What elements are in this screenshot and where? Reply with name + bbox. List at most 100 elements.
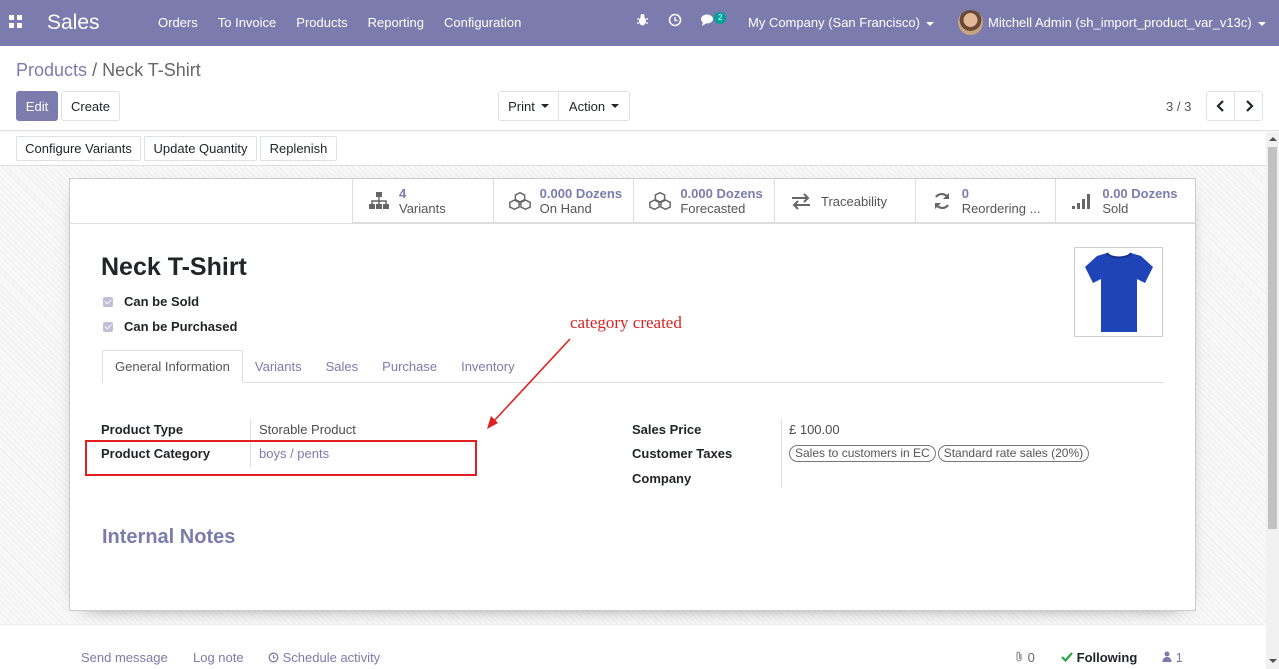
cubes-icon xyxy=(508,189,532,213)
can-be-sold-checkbox[interactable] xyxy=(103,296,113,307)
replenish-button[interactable]: Replenish xyxy=(260,136,337,161)
internal-notes-heading: Internal Notes xyxy=(102,526,236,548)
reordering-smart-button[interactable]: 0 Reordering ... xyxy=(914,179,1056,223)
vertical-scrollbar[interactable] xyxy=(1266,132,1279,669)
print-dropdown-button[interactable]: Print xyxy=(498,91,559,121)
pager-previous-button[interactable] xyxy=(1206,91,1235,121)
traceability-label: Traceability xyxy=(821,193,887,209)
user-menu[interactable]: Mitchell Admin (sh_import_product_var_v1… xyxy=(988,15,1266,30)
caret-down-icon xyxy=(1257,21,1266,26)
action-label: Action xyxy=(568,98,606,114)
product-image[interactable] xyxy=(1074,247,1163,337)
main-menu: Orders To Invoice Products Reporting Con… xyxy=(158,15,541,30)
smart-button-box: 4 Variants 0.000 Dozens On Hand 0.000 Doze… xyxy=(352,179,1196,223)
sold-value: 0.00 Dozens xyxy=(1102,186,1178,201)
forecasted-smart-button[interactable]: 0.000 Dozens Forecasted xyxy=(633,179,774,223)
bug-icon[interactable] xyxy=(636,13,649,30)
scroll-up-arrow-icon[interactable] xyxy=(1269,137,1277,141)
can-be-purchased-row: Can be Purchased xyxy=(103,319,237,334)
forecasted-value: 0.000 Dozens xyxy=(680,186,763,201)
annotation-highlight-box xyxy=(85,440,477,476)
field-separator xyxy=(781,419,782,487)
menu-orders[interactable]: Orders xyxy=(158,15,198,30)
apps-menu-icon[interactable] xyxy=(9,15,23,29)
can-be-purchased-checkbox[interactable] xyxy=(103,321,113,332)
scroll-down-arrow-icon[interactable] xyxy=(1269,659,1277,663)
tab-inventory[interactable]: Inventory xyxy=(449,350,526,383)
update-quantity-button[interactable]: Update Quantity xyxy=(144,136,257,161)
send-message-button[interactable]: Send message xyxy=(81,650,168,665)
user-icon xyxy=(1162,651,1172,662)
customer-taxes-tags: Sales to customers in EC Standard rate sa… xyxy=(789,445,1091,462)
form-sheet: 4 Variants 0.000 Dozens On Hand 0.000 Doze… xyxy=(69,178,1196,611)
avatar[interactable] xyxy=(958,10,983,35)
followers-button[interactable]: 1 xyxy=(1162,650,1183,665)
user-name: Mitchell Admin (sh_import_product_var_v1… xyxy=(988,15,1252,30)
annotation-label: category created xyxy=(570,313,682,332)
breadcrumb-separator: / xyxy=(92,60,98,80)
exchange-icon xyxy=(789,189,813,213)
product-type-value: Storable Product xyxy=(259,422,356,437)
menu-reporting[interactable]: Reporting xyxy=(368,15,424,30)
refresh-icon xyxy=(930,189,954,213)
create-button[interactable]: Create xyxy=(61,91,120,121)
sitemap-icon xyxy=(367,189,391,213)
tab-variants[interactable]: Variants xyxy=(243,350,314,383)
product-type-label: Product Type xyxy=(101,422,184,437)
on-hand-smart-button[interactable]: 0.000 Dozens On Hand xyxy=(492,179,634,223)
can-be-purchased-label: Can be Purchased xyxy=(124,319,238,334)
app-name[interactable]: Sales xyxy=(47,11,100,35)
paperclip-icon xyxy=(1016,651,1022,662)
t-shirt-icon xyxy=(1084,252,1153,332)
product-name: Neck T-Shirt xyxy=(101,253,247,281)
sales-price-label: Sales Price xyxy=(632,422,702,437)
scroll-thumb[interactable] xyxy=(1268,147,1277,529)
chevron-left-icon xyxy=(1215,100,1224,112)
action-dropdown-button[interactable]: Action xyxy=(558,91,630,121)
on-hand-label: On Hand xyxy=(539,201,592,216)
pager-value[interactable]: 3 / 3 xyxy=(1166,99,1191,114)
tax-tag: Standard rate sales (20%) xyxy=(937,445,1090,462)
print-label: Print xyxy=(508,98,535,114)
check-icon xyxy=(1061,652,1073,663)
chevron-right-icon xyxy=(1245,100,1254,112)
form-statusbar: Configure Variants Update Quantity Reple… xyxy=(0,132,1266,166)
tab-sales[interactable]: Sales xyxy=(314,350,371,383)
breadcrumb: Products / Neck T-Shirt xyxy=(16,60,201,81)
caret-down-icon xyxy=(540,104,549,108)
clock-icon[interactable] xyxy=(668,13,682,30)
company-name: My Company (San Francisco) xyxy=(748,15,920,30)
tab-purchase[interactable]: Purchase xyxy=(370,350,449,383)
configure-variants-button[interactable]: Configure Variants xyxy=(16,136,141,161)
reordering-label: Reordering ... xyxy=(961,201,1041,216)
log-note-button[interactable]: Log note xyxy=(193,650,244,665)
top-navbar: Sales Orders To Invoice Products Reporti… xyxy=(0,0,1279,46)
breadcrumb-products-link[interactable]: Products xyxy=(16,60,87,80)
tax-tag: Sales to customers in EC xyxy=(789,445,936,462)
menu-to-invoice[interactable]: To Invoice xyxy=(218,15,277,30)
reordering-count: 0 xyxy=(961,186,969,201)
sold-label: Sold xyxy=(1102,201,1129,216)
schedule-activity-label: Schedule activity xyxy=(282,650,381,665)
breadcrumb-current: Neck T-Shirt xyxy=(102,60,201,80)
variants-smart-button[interactable]: 4 Variants xyxy=(352,179,493,223)
attachments-button[interactable]: 0 xyxy=(1014,650,1035,665)
cubes-icon xyxy=(648,189,672,213)
caret-down-icon xyxy=(925,21,934,26)
traceability-smart-button[interactable]: Traceability xyxy=(774,179,915,223)
schedule-activity-button[interactable]: Schedule activity xyxy=(268,650,380,665)
menu-products[interactable]: Products xyxy=(296,15,347,30)
following-button[interactable]: Following xyxy=(1061,650,1137,665)
sales-price-value: £ 100.00 xyxy=(789,422,840,437)
clock-icon xyxy=(268,652,279,663)
pager-next-button[interactable] xyxy=(1234,91,1263,121)
sold-smart-button[interactable]: 0.00 Dozens Sold xyxy=(1055,179,1196,223)
edit-button[interactable]: Edit xyxy=(16,91,58,121)
followers-count: 1 xyxy=(1175,650,1183,665)
tab-general-information[interactable]: General Information xyxy=(102,350,243,383)
control-panel: Products / Neck T-Shirt Edit Create Prin… xyxy=(0,46,1279,131)
chat-counter-badge: 2 xyxy=(714,12,727,24)
menu-configuration[interactable]: Configuration xyxy=(444,15,521,30)
company-switcher[interactable]: My Company (San Francisco) xyxy=(748,15,934,30)
form-notebook-tabs: General Information Variants Sales Purch… xyxy=(102,350,1164,383)
